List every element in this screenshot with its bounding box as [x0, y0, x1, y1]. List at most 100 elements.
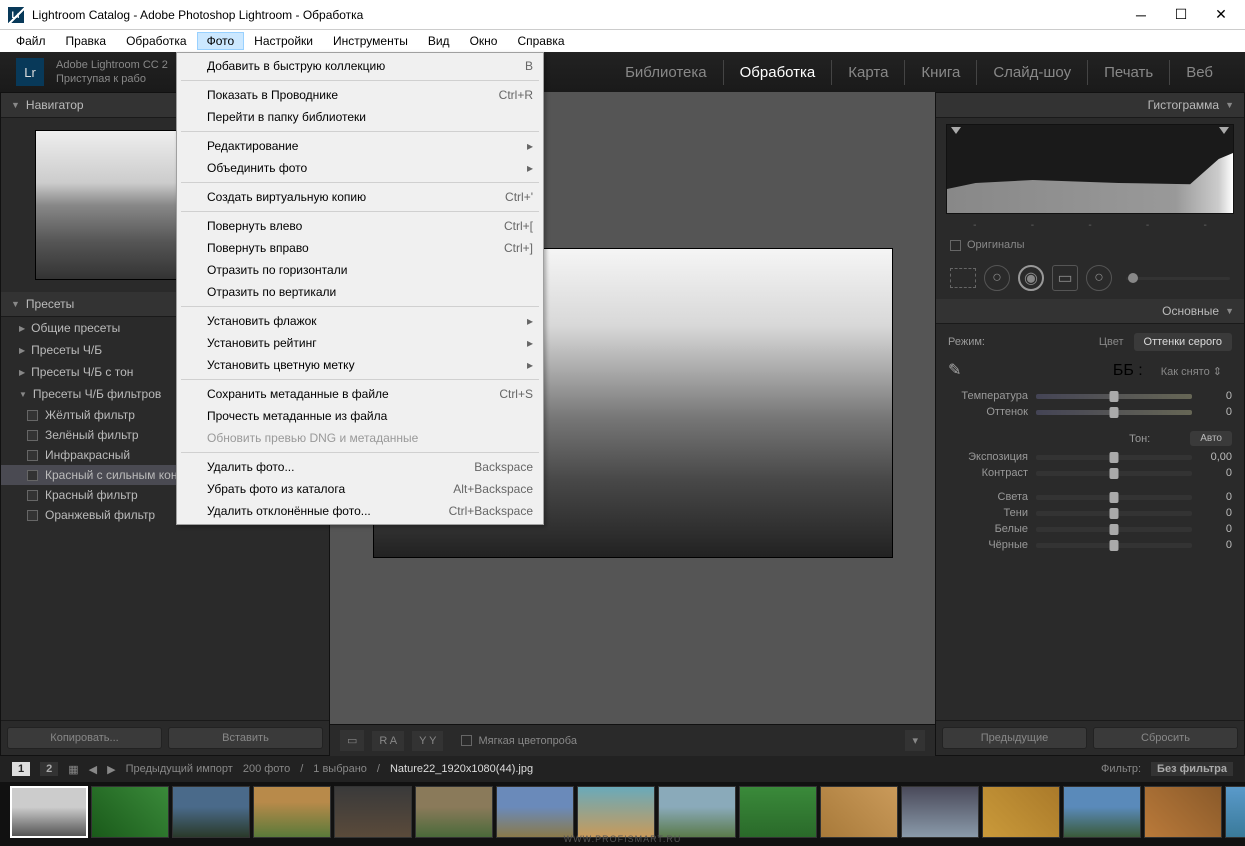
- shadow-clip-icon[interactable]: [951, 127, 961, 134]
- wb-dropdown[interactable]: Как снято ⇕: [1151, 362, 1232, 381]
- menu-обработка[interactable]: Обработка: [116, 32, 197, 50]
- slider-Белые[interactable]: Белые0: [948, 521, 1232, 537]
- module-Печать[interactable]: Печать: [1087, 60, 1169, 85]
- thumbnail[interactable]: [1225, 786, 1245, 838]
- menu-item[interactable]: Объединить фото▸: [179, 157, 541, 179]
- menu-item[interactable]: Добавить в быструю коллекциюB: [179, 55, 541, 77]
- thumbnail[interactable]: [901, 786, 979, 838]
- menu-настройки[interactable]: Настройки: [244, 32, 323, 50]
- back-icon[interactable]: ◀: [89, 763, 97, 776]
- highlight-clip-icon[interactable]: [1219, 127, 1229, 134]
- menu-item[interactable]: Создать виртуальную копиюCtrl+': [179, 186, 541, 208]
- right-panel: Гистограмма▼ ----- Оригиналы ○ ◉ ▭ ○: [935, 92, 1245, 756]
- menu-item[interactable]: Удалить отклонённые фото...Ctrl+Backspac…: [179, 500, 541, 522]
- module-Обработка[interactable]: Обработка: [723, 60, 832, 85]
- filter-dropdown[interactable]: Без фильтра: [1151, 762, 1233, 776]
- maximize-button[interactable]: ☐: [1169, 3, 1193, 27]
- menu-item[interactable]: Отразить по вертикали: [179, 281, 541, 303]
- menu-item[interactable]: Показать в ПроводникеCtrl+R: [179, 84, 541, 106]
- menu-item[interactable]: Установить цветную метку▸: [179, 354, 541, 376]
- thumbnail[interactable]: [334, 786, 412, 838]
- menu-item[interactable]: Установить рейтинг▸: [179, 332, 541, 354]
- slider-Света[interactable]: Света0: [948, 489, 1232, 505]
- module-Карта[interactable]: Карта: [831, 60, 904, 85]
- menu-item[interactable]: Повернуть влевоCtrl+[: [179, 215, 541, 237]
- thumbnail[interactable]: [1063, 786, 1141, 838]
- histogram[interactable]: [946, 124, 1234, 214]
- redeye-tool-icon[interactable]: ◉: [1018, 265, 1044, 291]
- thumbnail[interactable]: [253, 786, 331, 838]
- menu-инструменты[interactable]: Инструменты: [323, 32, 418, 50]
- histogram-header[interactable]: Гистограмма▼: [936, 93, 1244, 118]
- basic-header[interactable]: Основные▼: [936, 299, 1244, 324]
- toolbar-expand-icon[interactable]: ▾: [905, 730, 925, 751]
- crop-tool-icon[interactable]: [950, 268, 976, 288]
- copy-button[interactable]: Копировать...: [7, 727, 162, 749]
- display-1-badge[interactable]: 1: [12, 762, 30, 776]
- mode-tab[interactable]: Оттенки серого: [1134, 333, 1232, 351]
- menu-справка[interactable]: Справка: [507, 32, 574, 50]
- thumbnail[interactable]: [91, 786, 169, 838]
- thumbnail[interactable]: [172, 786, 250, 838]
- previous-button[interactable]: Предыдущие: [942, 727, 1087, 749]
- spot-tool-icon[interactable]: ○: [984, 265, 1010, 291]
- brush-size-slider[interactable]: [1126, 277, 1230, 280]
- display-2-badge[interactable]: 2: [40, 762, 58, 776]
- thumbnail[interactable]: [1144, 786, 1222, 838]
- eyedropper-icon[interactable]: ✎: [948, 360, 970, 382]
- module-Слайд-шоу[interactable]: Слайд-шоу: [976, 60, 1087, 85]
- menu-item[interactable]: Убрать фото из каталогаAlt+Backspace: [179, 478, 541, 500]
- thumbnail[interactable]: [982, 786, 1060, 838]
- thumbnail[interactable]: [820, 786, 898, 838]
- center-toolbar: ▭ R A Y Y Мягкая цветопроба ▾: [330, 724, 935, 756]
- menu-правка[interactable]: Правка: [56, 32, 117, 50]
- mode-tab[interactable]: Цвет: [1089, 333, 1134, 351]
- menu-item[interactable]: Удалить фото...Backspace: [179, 456, 541, 478]
- reset-button[interactable]: Сбросить: [1093, 727, 1238, 749]
- thumbnail[interactable]: [577, 786, 655, 838]
- thumbnail[interactable]: [496, 786, 574, 838]
- module-Книга[interactable]: Книга: [904, 60, 976, 85]
- forward-icon[interactable]: ▶: [107, 763, 115, 776]
- slider-Оттенок[interactable]: Оттенок0: [948, 404, 1232, 420]
- menu-item[interactable]: Отразить по горизонтали: [179, 259, 541, 281]
- menu-item[interactable]: Прочесть метаданные из файла: [179, 405, 541, 427]
- slider-Чёрные[interactable]: Чёрные0: [948, 537, 1232, 553]
- menu-item[interactable]: Перейти в папку библиотеки: [179, 106, 541, 128]
- menu-файл[interactable]: Файл: [6, 32, 56, 50]
- menu-item[interactable]: Установить флажок▸: [179, 310, 541, 332]
- slider-Контраст[interactable]: Контраст0: [948, 465, 1232, 481]
- grad-tool-icon[interactable]: ▭: [1052, 265, 1078, 291]
- thumbnail[interactable]: [739, 786, 817, 838]
- slider-Тени[interactable]: Тени0: [948, 505, 1232, 521]
- collection-name[interactable]: Предыдущий импорт: [126, 763, 233, 775]
- menu-вид[interactable]: Вид: [418, 32, 460, 50]
- lr-logo: Lr: [16, 58, 44, 86]
- menu-item[interactable]: Сохранить метаданные в файлеCtrl+S: [179, 383, 541, 405]
- radial-tool-icon[interactable]: ○: [1086, 265, 1112, 291]
- module-Библиотека[interactable]: Библиотека: [609, 60, 723, 85]
- grid-icon[interactable]: ▦: [68, 763, 78, 776]
- soft-proof-checkbox[interactable]: [461, 735, 472, 746]
- minimize-button[interactable]: ─: [1129, 3, 1153, 27]
- close-button[interactable]: ✕: [1209, 3, 1233, 27]
- menu-окно[interactable]: Окно: [460, 32, 508, 50]
- current-filename[interactable]: Nature22_1920x1080(44).jpg: [390, 763, 533, 775]
- module-Веб[interactable]: Веб: [1169, 60, 1229, 85]
- thumbnail[interactable]: [10, 786, 88, 838]
- menu-фото[interactable]: Фото: [197, 32, 245, 50]
- paste-button[interactable]: Вставить: [168, 727, 323, 749]
- before-after-icon[interactable]: Y Y: [412, 731, 443, 751]
- thumbnail[interactable]: [658, 786, 736, 838]
- loupe-view-icon[interactable]: ▭: [340, 730, 364, 751]
- menu-item[interactable]: Повернуть вправоCtrl+]: [179, 237, 541, 259]
- title-bar: Lr Lightroom Catalog - Adobe Photoshop L…: [0, 0, 1245, 30]
- menu-item[interactable]: Редактирование▸: [179, 135, 541, 157]
- originals-checkbox[interactable]: [950, 240, 961, 251]
- menu-item: Обновить превью DNG и метаданные: [179, 427, 541, 449]
- auto-tone-button[interactable]: Авто: [1190, 431, 1232, 446]
- slider-Температура[interactable]: Температура0: [948, 388, 1232, 404]
- thumbnail[interactable]: [415, 786, 493, 838]
- slider-Экспозиция[interactable]: Экспозиция0,00: [948, 449, 1232, 465]
- compare-icon[interactable]: R A: [372, 731, 404, 751]
